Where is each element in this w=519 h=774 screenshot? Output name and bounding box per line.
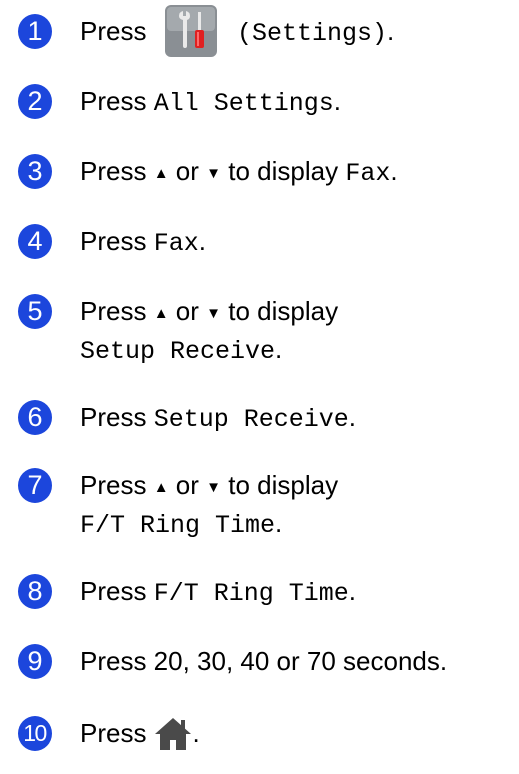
step-text: Press ▲ or ▼ to display: [80, 296, 339, 326]
settings-icon[interactable]: [164, 4, 218, 58]
step-text-continued: F/T Ring Time.: [80, 508, 283, 540]
step-text: Press ▲ or ▼ to display: [80, 470, 339, 500]
up-arrow-icon: ▲: [153, 479, 169, 496]
up-arrow-icon: ▲: [153, 305, 169, 322]
step-number: 9: [18, 644, 52, 679]
step-number: 4: [18, 224, 52, 259]
home-icon[interactable]: [154, 716, 192, 752]
down-arrow-icon: ▼: [206, 479, 222, 496]
down-arrow-icon: ▼: [206, 165, 222, 182]
step-number: 8: [18, 574, 52, 609]
up-arrow-icon: ▲: [153, 165, 169, 182]
step-text: Press 20, 30, 40 or 70 seconds.: [80, 646, 448, 676]
step-text: Press .: [80, 716, 200, 751]
step-number: 6: [18, 400, 52, 435]
step-number: 1: [18, 14, 52, 49]
step-text-continued: Setup Receive.: [80, 334, 283, 366]
step-number: 10: [18, 716, 52, 751]
step-text: Press ▲ or ▼ to display Fax.: [80, 156, 398, 188]
step-text: Press Setup Receive.: [80, 402, 356, 434]
step-text: Press F/T Ring Time.: [80, 576, 356, 608]
step-text: Press Fax.: [80, 226, 206, 258]
step-text: Press All Settings.: [80, 86, 341, 118]
step-number: 2: [18, 84, 52, 119]
step-number: 5: [18, 294, 52, 329]
step-number: 7: [18, 468, 52, 503]
step-number: 3: [18, 154, 52, 189]
step-text: Press (Settings).: [80, 5, 394, 58]
down-arrow-icon: ▼: [206, 305, 222, 322]
